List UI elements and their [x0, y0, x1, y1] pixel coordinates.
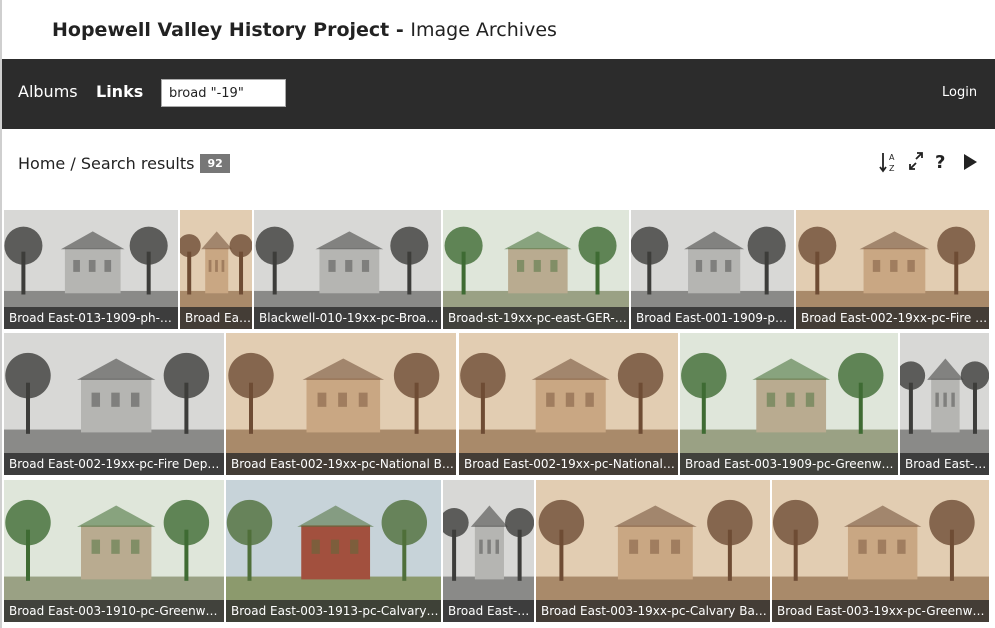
tile-caption: Broad East-002-19xx-pc-Fire Dept-Pierce: [4, 453, 224, 475]
site-title-main: Hopewell Valley History Project: [52, 19, 390, 41]
breadcrumb: Home / Search results 92: [18, 154, 230, 173]
tile-caption: Broad East-003-1909-pc-Greenwood Ave: [680, 453, 898, 475]
search-input[interactable]: [161, 79, 286, 107]
gallery-tile[interactable]: Blackwell-010-19xx-pc-Broad north: [254, 210, 441, 329]
gallery-tile[interactable]: Broad East-003-1909-pc-Greenwood Ave: [680, 333, 898, 475]
tile-caption: Broad East-001-1909-ph-Cook house: [631, 307, 794, 329]
gallery-tile[interactable]: Broad East-002-19xx-pc-National Bank: [459, 333, 678, 475]
gallery-tile[interactable]: Broad East-003-1910-pc-Greenwood Ave: [4, 480, 224, 622]
help-button[interactable]: ?: [935, 152, 945, 176]
tile-caption: Broad East-003-1913-pc-Calvary Baptist: [226, 600, 441, 622]
gallery-tile[interactable]: Broad-st-19xx-pc-east-GER-SC collection: [443, 210, 629, 329]
navbar: Albums Links Login: [2, 59, 995, 129]
tile-caption: Broad-st-19xx-pc-east-GER-SC collection: [443, 307, 629, 329]
tile-caption: Broad East-003-19xx-pc-Greenwood Ave: [772, 600, 989, 622]
gallery-tile[interactable]: Broad East-003-19xx: [900, 333, 989, 475]
title-separator: -: [389, 19, 411, 41]
expand-icon[interactable]: [907, 150, 925, 174]
tile-caption: Broad East-003-19xx: [443, 600, 534, 622]
tile-caption: Broad East-013-1909-ph-National: [4, 307, 178, 329]
tile-caption: Broad East-002-19xx: [180, 307, 252, 329]
play-icon[interactable]: [961, 150, 979, 174]
gallery-tile[interactable]: Broad East-002-19xx: [180, 210, 252, 329]
gallery-tile[interactable]: Broad East-003-19xx-pc-Calvary Baptist-c…: [536, 480, 770, 622]
login-link[interactable]: Login: [942, 85, 977, 100]
tile-caption: Broad East-002-19xx-pc-National Bank: [459, 453, 678, 475]
tile-caption: Broad East-003-19xx: [900, 453, 989, 475]
tile-caption: Broad East-003-1910-pc-Greenwood Ave: [4, 600, 224, 622]
gallery-tile[interactable]: Broad East-013-1909-ph-National: [4, 210, 178, 329]
gallery-tile[interactable]: Broad East-002-19xx-pc-Fire Dept-Pierce: [4, 333, 224, 475]
svg-text:A: A: [889, 153, 895, 162]
gallery-tile[interactable]: Broad East-003-19xx: [443, 480, 534, 622]
gallery-tile[interactable]: Broad East-002-19xx-pc-National Bank-sep…: [226, 333, 456, 475]
breadcrumb-separator: /: [65, 154, 81, 173]
site-title[interactable]: Hopewell Valley History Project - Image …: [52, 19, 557, 41]
nav-links[interactable]: Links: [96, 82, 143, 101]
gallery-tile[interactable]: Broad East-003-19xx-pc-Greenwood Ave: [772, 480, 989, 622]
gallery-tile[interactable]: Broad East-001-1909-ph-Cook house: [631, 210, 794, 329]
site-subtitle: Image Archives: [410, 19, 557, 41]
nav-albums[interactable]: Albums: [18, 82, 78, 101]
result-count-badge: 92: [200, 154, 230, 173]
sort-az-icon[interactable]: A Z: [879, 150, 899, 174]
breadcrumb-current: Search results: [80, 154, 195, 173]
breadcrumb-home[interactable]: Home: [18, 154, 65, 173]
tile-caption: Blackwell-010-19xx-pc-Broad north: [254, 307, 441, 329]
gallery-tile[interactable]: Broad East-003-1913-pc-Calvary Baptist: [226, 480, 441, 622]
svg-text:Z: Z: [889, 164, 895, 173]
gallery-tile[interactable]: Broad East-002-19xx-pc-Fire Dept: [796, 210, 989, 329]
tile-caption: Broad East-003-19xx-pc-Calvary Baptist-c…: [536, 600, 770, 622]
title-bar: Hopewell Valley History Project - Image …: [0, 0, 995, 59]
tile-caption: Broad East-002-19xx-pc-National Bank-sep…: [226, 453, 456, 475]
tile-caption: Broad East-002-19xx-pc-Fire Dept: [796, 307, 989, 329]
